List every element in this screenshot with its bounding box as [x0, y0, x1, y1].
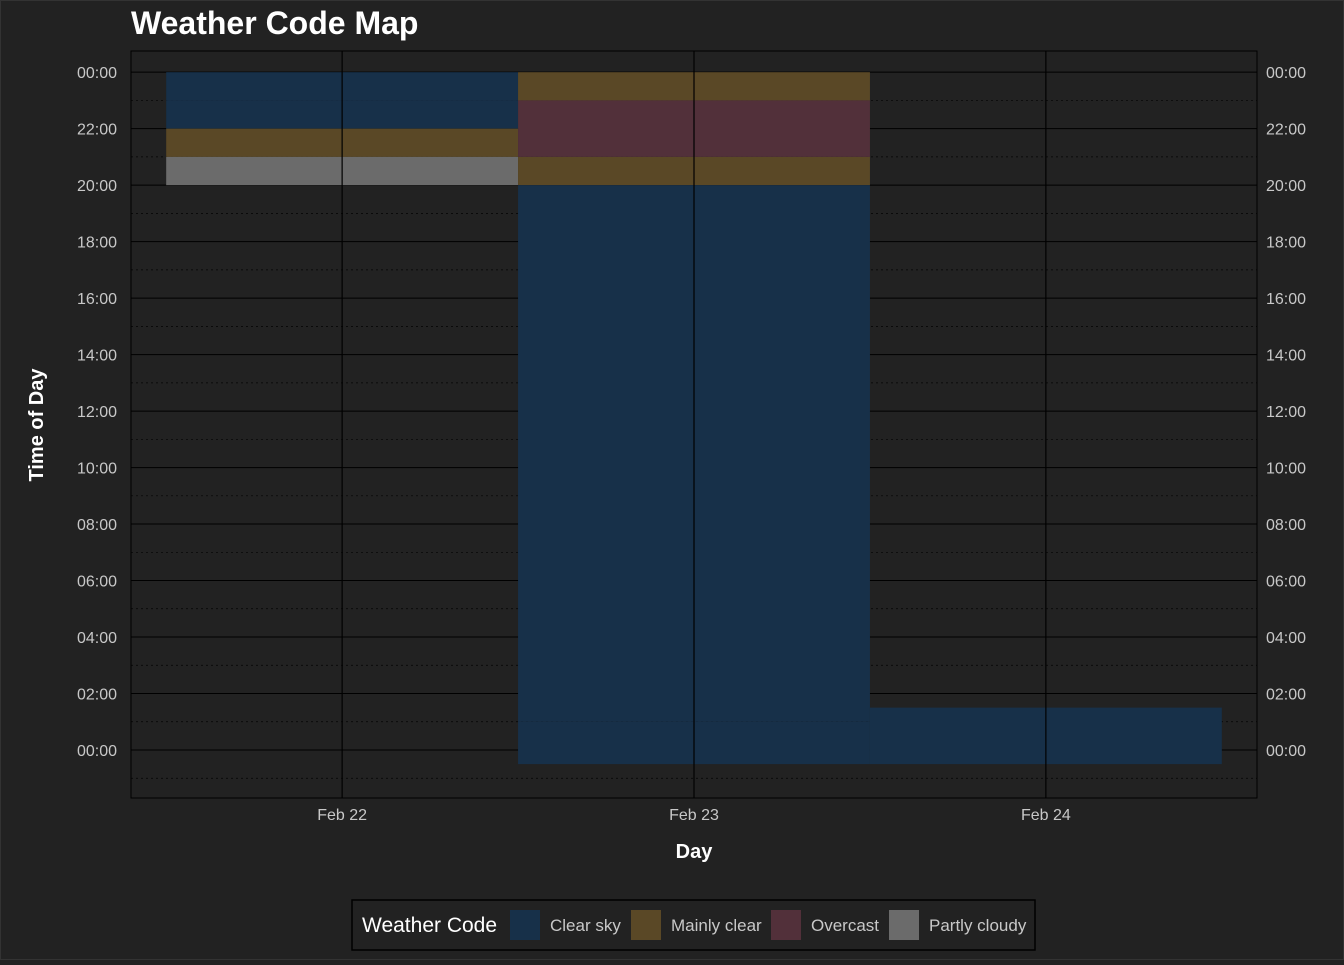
y-tick-label-right: 00:00: [1266, 743, 1306, 760]
chart-container: Weather Code Map 00:00 00:00 02:00 02:00 04:…: [0, 0, 1344, 960]
legend-swatch: [771, 910, 801, 940]
y-tick-label-right: 10:00: [1266, 461, 1306, 478]
y-tick-label-right: 00:00: [1266, 65, 1306, 82]
y-tick-label-right: 18:00: [1266, 235, 1306, 252]
y-tick-label-left: 18:00: [77, 235, 117, 252]
legend-swatch: [889, 910, 919, 940]
legend-label: Partly cloudy: [929, 916, 1027, 935]
legend-swatch: [631, 910, 661, 940]
y-tick-label-right: 06:00: [1266, 574, 1306, 591]
y-tick-label-left: 12:00: [77, 404, 117, 421]
y-tick-label-left: 16:00: [77, 291, 117, 308]
y-tick-label-right: 12:00: [1266, 404, 1306, 421]
x-tick-label: Feb 22: [317, 807, 367, 824]
y-tick-label-left: 04:00: [77, 630, 117, 647]
y-tick-label-right: 14:00: [1266, 348, 1306, 365]
y-tick-label-left: 10:00: [77, 461, 117, 478]
legend-swatch: [510, 910, 540, 940]
chart-title: Weather Code Map: [131, 5, 418, 41]
legend-label: Clear sky: [550, 916, 621, 935]
y-tick-label-left: 14:00: [77, 348, 117, 365]
x-tick-label: Feb 23: [669, 807, 719, 824]
y-tick-label-right: 04:00: [1266, 630, 1306, 647]
y-tick-label-left: 00:00: [77, 65, 117, 82]
y-tick-label-left: 02:00: [77, 687, 117, 704]
y-tick-label-right: 02:00: [1266, 687, 1306, 704]
y-tick-label-left: 22:00: [77, 122, 117, 139]
y-tick-label-left: 06:00: [77, 574, 117, 591]
y-tick-label-right: 08:00: [1266, 517, 1306, 534]
weather-code-chart: Weather Code Map 00:00 00:00 02:00 02:00 04:…: [0, 0, 1344, 960]
y-tick-label-right: 20:00: [1266, 178, 1306, 195]
y-tick-label-left: 20:00: [77, 178, 117, 195]
y-axis-title: Time of Day: [26, 368, 48, 482]
y-tick-label-left: 08:00: [77, 517, 117, 534]
y-tick-label-right: 16:00: [1266, 291, 1306, 308]
y-tick-label-left: 00:00: [77, 743, 117, 760]
legend-title: Weather Code: [362, 914, 497, 937]
y-tick-label-right: 22:00: [1266, 122, 1306, 139]
legend-label: Mainly clear: [671, 916, 762, 935]
legend-label: Overcast: [811, 916, 879, 935]
x-axis-title: Day: [676, 841, 714, 863]
x-tick-label: Feb 24: [1021, 807, 1071, 824]
